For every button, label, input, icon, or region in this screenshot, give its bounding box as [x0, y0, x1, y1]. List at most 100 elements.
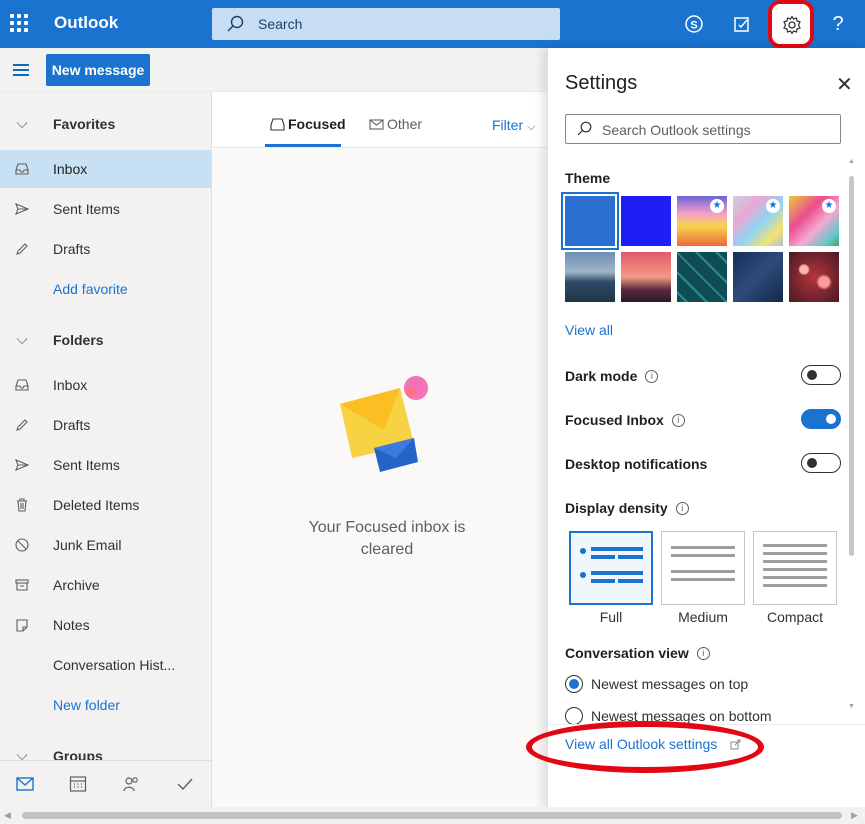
app-name[interactable]: Outlook [54, 13, 118, 33]
folder-item-sent-items[interactable]: Sent Items [0, 446, 211, 484]
focused-inbox-toggle[interactable] [801, 409, 841, 429]
filter-button[interactable]: Filter ⌵ [492, 117, 535, 134]
theme-swatch-rainbow[interactable]: ★ [677, 196, 727, 246]
folder-item-inbox[interactable]: Inbox [0, 366, 211, 404]
pencil-icon [14, 417, 30, 433]
other-mail-icon [369, 119, 384, 130]
favorites-header[interactable]: ⌵ Favorites [0, 105, 211, 143]
radio-newest-on-bottom[interactable] [565, 707, 583, 725]
dark-mode-toggle[interactable] [801, 365, 841, 385]
close-icon[interactable]: ✕ [836, 72, 853, 97]
favorite-item-sent-items[interactable]: Sent Items [0, 190, 211, 228]
settings-scroll-thumb[interactable] [849, 176, 854, 556]
people-icon[interactable] [120, 773, 142, 795]
tab-other[interactable]: Other [387, 116, 422, 132]
info-icon[interactable]: i [675, 502, 689, 515]
density-medium-preview [671, 546, 735, 581]
density-option-compact[interactable] [753, 531, 837, 605]
open-external-icon [730, 739, 741, 750]
my-day-icon[interactable] [728, 10, 756, 38]
theme-swatch-ribbons[interactable]: ★ [733, 196, 783, 246]
add-favorite-link[interactable]: Add favorite [0, 270, 211, 308]
folder-item-notes[interactable]: Notes [0, 606, 211, 644]
theme-swatch-sunset[interactable] [621, 252, 671, 302]
settings-scrollbar[interactable]: ▲ ▼ [848, 158, 855, 807]
horizontal-scroll-thumb[interactable] [22, 812, 842, 819]
info-icon[interactable]: i [671, 414, 685, 427]
radio-newest-on-top[interactable] [565, 675, 583, 693]
new-message-button[interactable]: New message [46, 54, 150, 86]
help-button[interactable]: ? [824, 10, 852, 38]
scroll-down-arrow-icon[interactable]: ▼ [848, 703, 855, 710]
scroll-up-arrow-icon[interactable]: ▲ [848, 158, 855, 165]
density-option-medium[interactable] [661, 531, 745, 605]
tab-active-indicator [265, 144, 341, 147]
mail-icon[interactable] [14, 773, 36, 795]
desktop-notifications-toggle[interactable] [801, 453, 841, 473]
skype-icon[interactable]: S [680, 10, 708, 38]
focused-inbox-icon [270, 118, 285, 131]
svg-text:S: S [690, 20, 697, 32]
density-compact-preview [763, 544, 827, 587]
theme-swatch-circuit[interactable] [677, 252, 727, 302]
focused-inbox-label: Focused Inbox i [565, 412, 685, 428]
view-all-outlook-settings-link[interactable]: View all Outlook settings [565, 736, 717, 752]
scroll-left-arrow-icon[interactable]: ◀ [4, 810, 11, 821]
info-icon[interactable]: i [645, 370, 659, 383]
folder-item-junk-email[interactable]: Junk Email [0, 526, 211, 564]
search-box[interactable]: Search [212, 8, 560, 40]
message-list: Focused Other Filter ⌵ Your Focused inbo… [212, 92, 547, 807]
theme-swatch-aviation[interactable] [733, 252, 783, 302]
theme-swatch-blue[interactable] [561, 192, 619, 250]
theme-swatch-dark-blue[interactable] [621, 196, 671, 246]
empty-inbox-illustration [340, 376, 428, 472]
settings-search-input[interactable]: Search Outlook settings [565, 114, 841, 144]
folder-item-conversation-history[interactable]: Conversation Hist... [0, 646, 211, 684]
theme-swatch-lights[interactable] [789, 252, 839, 302]
view-all-themes-link[interactable]: View all [565, 322, 613, 338]
todo-check-icon[interactable] [174, 773, 196, 795]
pencil-icon [14, 241, 30, 257]
density-full-preview [580, 547, 643, 583]
empty-message-line2: cleared [360, 541, 414, 558]
filter-label: Filter [492, 117, 524, 133]
top-bar: Outlook Search S ? [0, 0, 865, 48]
info-icon[interactable]: i [696, 647, 710, 660]
theme-swatch-unicorn[interactable]: ★ [789, 196, 839, 246]
settings-gear-button[interactable] [768, 0, 814, 48]
favorite-item-drafts[interactable]: Drafts [0, 230, 211, 268]
star-icon: ★ [766, 199, 780, 213]
inbox-icon [14, 161, 30, 177]
new-folder-link[interactable]: New folder [0, 686, 211, 724]
density-option-full[interactable] [569, 531, 653, 605]
command-bar: New message [0, 48, 547, 92]
toggle-knob [807, 370, 817, 380]
settings-panel: Settings ✕ Search Outlook settings Theme… [547, 48, 865, 807]
density-label-compact: Compact [766, 609, 824, 625]
inbox-icon [14, 377, 30, 393]
display-density-text: Display density [565, 500, 668, 516]
settings-title: Settings [565, 72, 638, 94]
inbox-tabs: Focused Other Filter ⌵ [212, 92, 547, 148]
folders-header[interactable]: ⌵ Folders [0, 321, 211, 359]
app-launcher-icon[interactable] [10, 14, 30, 34]
hamburger-menu-icon[interactable] [13, 64, 29, 76]
folder-item-deleted-items[interactable]: Deleted Items [0, 486, 211, 524]
chevron-down-icon: ⌵ [16, 331, 28, 348]
search-placeholder: Search [258, 16, 303, 32]
scroll-right-arrow-icon[interactable]: ▶ [851, 810, 858, 821]
chevron-down-icon: ⌵ [16, 115, 28, 132]
chevron-down-icon: ⌵ [527, 121, 536, 133]
tab-focused[interactable]: Focused [288, 116, 346, 132]
density-label-medium: Medium [678, 609, 728, 625]
theme-swatch-mountain[interactable] [565, 252, 615, 302]
send-icon [14, 201, 30, 217]
calendar-icon[interactable] [67, 773, 89, 795]
horizontal-scrollbar[interactable]: ◀ ▶ [0, 807, 865, 824]
favorite-item-inbox[interactable]: Inbox [0, 150, 211, 188]
folder-item-archive[interactable]: Archive [0, 566, 211, 604]
trash-icon [14, 497, 30, 513]
radio-label-newest-on-bottom: Newest messages on bottom [591, 708, 772, 724]
note-icon [14, 617, 30, 633]
folder-item-drafts[interactable]: Drafts [0, 406, 211, 444]
